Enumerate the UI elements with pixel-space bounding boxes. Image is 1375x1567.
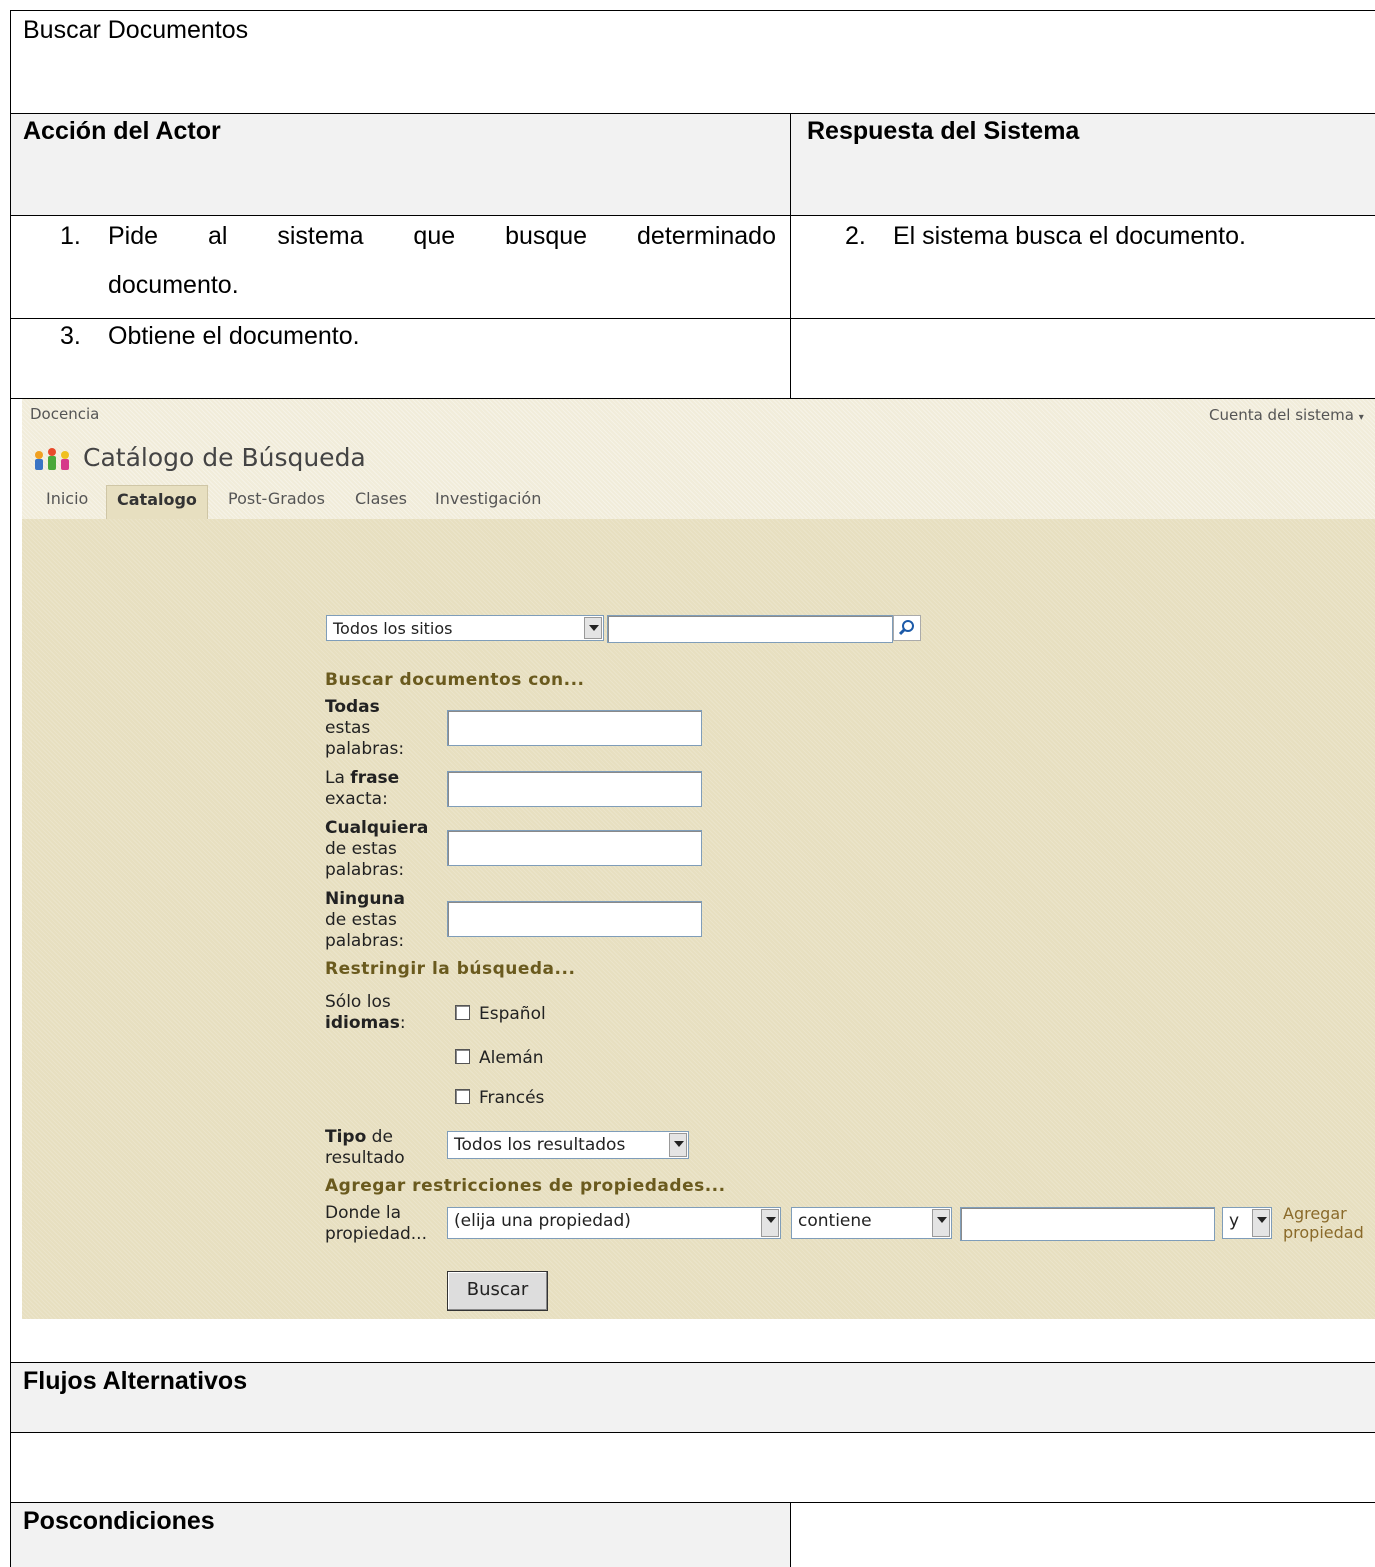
step-1-word: al — [207, 222, 228, 250]
chevron-down-icon — [932, 1209, 950, 1237]
language-checkbox-frances[interactable] — [455, 1089, 470, 1104]
any-words-input[interactable] — [447, 830, 702, 866]
search-scope-select[interactable]: Todos los sitios — [326, 615, 604, 641]
language-label-espanol: Español — [479, 1004, 546, 1024]
property-value-input[interactable] — [960, 1207, 1215, 1241]
all-words-label: Todas estas palabras: — [325, 697, 404, 760]
where-property-label-line2: propiedad... — [325, 1224, 427, 1244]
none-words-label-bold: Ninguna — [325, 889, 406, 909]
conjunction-select[interactable]: y — [1222, 1207, 1272, 1239]
account-menu-label: Cuenta del sistema — [1209, 406, 1354, 424]
add-property-link-line1: Agregar — [1283, 1204, 1347, 1223]
result-type-label-post: de — [366, 1127, 393, 1147]
step-1-text: Pide al sistema que busque determinado — [108, 222, 776, 251]
exact-phrase-label-bold: frase — [350, 768, 400, 788]
alternative-flows-header: Flujos Alternativos — [23, 1367, 248, 1395]
add-property-link[interactable]: Agregar propiedad — [1283, 1204, 1364, 1242]
site-breadcrumb[interactable]: Docencia — [30, 405, 99, 423]
languages-label-colon: : — [399, 1013, 406, 1033]
any-words-label-bold: Cualquiera — [325, 818, 429, 838]
none-words-label-line3: palabras: — [325, 931, 405, 951]
chevron-down-icon — [761, 1209, 779, 1237]
narrow-search-heading: Restringir la búsqueda... — [325, 959, 576, 979]
postconditions-header: Poscondiciones — [23, 1507, 215, 1535]
actor-action-header: Acción del Actor — [23, 117, 221, 145]
find-documents-heading: Buscar documentos con... — [325, 670, 585, 690]
tab-inicio[interactable]: Inicio — [36, 485, 98, 519]
languages-label-pre: Sólo los — [325, 992, 391, 1012]
languages-label-bold: idiomas — [325, 1013, 400, 1033]
step-2-text: El sistema busca el documento. — [893, 222, 1246, 250]
tab-investigacion[interactable]: Investigación — [425, 485, 551, 519]
language-label-aleman: Alemán — [479, 1048, 544, 1068]
exact-phrase-label-pre: La — [325, 768, 351, 788]
chevron-down-icon — [584, 617, 602, 639]
language-label-frances: Francés — [479, 1088, 545, 1108]
result-type-label-line2: resultado — [325, 1148, 405, 1168]
none-words-input[interactable] — [447, 901, 702, 937]
all-words-label-line3: palabras: — [325, 739, 405, 759]
result-type-label-bold: Tipo — [325, 1127, 367, 1147]
property-select-value: (elija una propiedad) — [454, 1211, 631, 1231]
step-1-word: Pide — [108, 222, 159, 250]
site-logo-icon — [32, 446, 72, 472]
step-3-text: Obtiene el documento. — [108, 322, 360, 350]
any-words-label: Cualquiera de estas palabras: — [325, 818, 428, 881]
step-1-word: que — [413, 222, 456, 250]
operator-select-value: contiene — [798, 1211, 872, 1231]
exact-phrase-input[interactable] — [447, 771, 702, 807]
chevron-down-icon — [1252, 1209, 1270, 1237]
tab-clases[interactable]: Clases — [345, 485, 417, 519]
result-type-value: Todos los resultados — [454, 1135, 626, 1155]
search-go-button[interactable] — [893, 615, 921, 641]
search-input[interactable] — [607, 615, 893, 643]
all-words-label-line2: estas — [325, 718, 371, 738]
step-1-text-line2: documento. — [108, 271, 239, 299]
operator-select[interactable]: contiene — [791, 1207, 952, 1239]
where-property-label: Donde la propiedad... — [325, 1203, 427, 1245]
exact-phrase-label: La frase exacta: — [325, 768, 399, 810]
language-checkbox-espanol[interactable] — [455, 1005, 470, 1020]
step-1-word: busque — [505, 222, 588, 250]
step-1-number: 1. — [60, 222, 81, 250]
result-type-label: Tipo de resultado — [325, 1127, 405, 1169]
where-property-label-line1: Donde la — [325, 1203, 402, 1223]
search-scope-value: Todos los sitios — [333, 619, 453, 638]
use-case-title: Buscar Documentos — [23, 16, 249, 44]
chevron-down-icon — [669, 1133, 687, 1157]
account-menu[interactable]: Cuenta del sistema ▾ — [1209, 406, 1364, 424]
page-title: Catálogo de Búsqueda — [83, 443, 366, 472]
tab-catalogo[interactable]: Catalogo — [106, 485, 208, 519]
language-checkbox-aleman[interactable] — [455, 1049, 470, 1064]
any-words-label-line3: palabras: — [325, 860, 405, 880]
all-words-input[interactable] — [447, 710, 702, 746]
system-response-header: Respuesta del Sistema — [807, 117, 1080, 145]
step-2-number: 2. — [845, 222, 866, 250]
tab-post-grados[interactable]: Post-Grados — [218, 485, 335, 519]
search-icon — [898, 620, 914, 636]
none-words-label-line2: de estas — [325, 910, 397, 930]
exact-phrase-label-line2: exacta: — [325, 789, 388, 809]
languages-label: Sólo los idiomas: — [325, 992, 406, 1034]
property-restrictions-heading: Agregar restricciones de propiedades... — [325, 1176, 726, 1196]
none-words-label: Ninguna de estas palabras: — [325, 889, 405, 952]
search-submit-button[interactable]: Buscar — [447, 1271, 548, 1311]
add-property-link-line2: propiedad — [1283, 1223, 1364, 1242]
conjunction-select-value: y — [1229, 1211, 1240, 1231]
result-type-select[interactable]: Todos los resultados — [447, 1131, 689, 1159]
chevron-down-icon: ▾ — [1358, 412, 1364, 423]
any-words-label-line2: de estas — [325, 839, 397, 859]
all-words-label-bold: Todas — [325, 697, 380, 717]
step-1-word: determinado — [637, 222, 776, 250]
property-select[interactable]: (elija una propiedad) — [447, 1207, 781, 1239]
step-1-word: sistema — [277, 222, 364, 250]
step-3-number: 3. — [60, 322, 81, 350]
